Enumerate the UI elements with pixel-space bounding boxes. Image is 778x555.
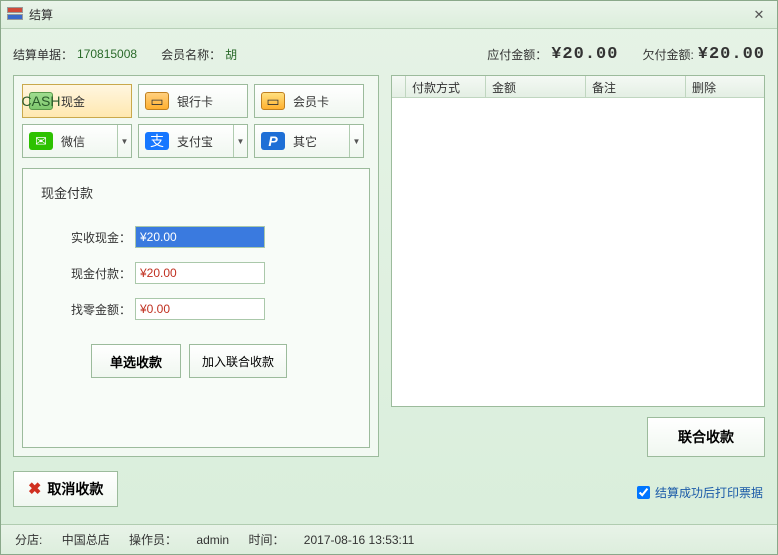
cash-payment-box: 现金付款 实收现金： 现金付款： 找零金额： 单选收款 [22, 168, 370, 448]
col-remark: 备注 [586, 76, 686, 97]
received-label: 实收现金： [41, 229, 131, 246]
cancel-icon: ✖ [28, 479, 41, 499]
app-icon [7, 7, 23, 23]
alipay-icon: 支 [145, 132, 169, 150]
window-title: 结算 [29, 6, 53, 23]
paymethod-label: 支付宝 [177, 133, 233, 150]
header-info: 结算单据： 170815008 会员名称： 胡 应付金额： ¥20.00 欠付金… [13, 39, 765, 69]
col-amount: 金额 [486, 76, 586, 97]
operator-name: admin [196, 533, 229, 547]
paymethod-label: 会员卡 [293, 93, 363, 110]
received-input[interactable] [135, 226, 265, 248]
paymethod-alipay[interactable]: 支 支付宝 ▼ [138, 124, 248, 158]
owed-amount: ¥20.00 [698, 45, 765, 64]
status-bar: 分店: 中国总店 操作员： admin 时间： 2017-08-16 13:53… [1, 524, 777, 554]
member-card-icon: ▭ [261, 92, 285, 110]
change-label: 找零金额： [41, 301, 131, 318]
left-panel: CASH 现金 ▭ 银行卡 ▭ 会员卡 ✉ 微信 ▼ [13, 75, 379, 457]
cancel-label: 取消收款 [47, 479, 103, 499]
paymethod-other[interactable]: P 其它 ▼ [254, 124, 364, 158]
paymethod-label: 银行卡 [177, 93, 247, 110]
col-delete: 删除 [686, 76, 764, 97]
branch-label: 分店: [15, 533, 42, 547]
time-label: 时间： [248, 533, 284, 547]
table-header-pad [392, 76, 406, 97]
single-collect-button[interactable]: 单选收款 [91, 344, 181, 378]
bank-card-icon: ▭ [145, 92, 169, 110]
cash-pay-label: 现金付款： [41, 265, 131, 282]
due-label: 应付金额： [487, 46, 547, 63]
cash-icon: CASH [29, 92, 53, 110]
member-label: 会员名称： [161, 46, 221, 63]
titlebar: 结算 ✕ [1, 1, 777, 29]
cash-payment-title: 现金付款 [41, 183, 351, 202]
table-header: 付款方式 金额 备注 删除 [392, 76, 764, 98]
order-label: 结算单据： [13, 46, 73, 63]
chevron-down-icon[interactable]: ▼ [349, 125, 363, 157]
due-amount: ¥20.00 [551, 45, 618, 64]
paymethod-label: 微信 [61, 133, 117, 150]
col-method: 付款方式 [406, 76, 486, 97]
right-panel: 付款方式 金额 备注 删除 联合收款 [391, 75, 765, 457]
paymethod-bank[interactable]: ▭ 银行卡 [138, 84, 248, 118]
cash-pay-input[interactable] [135, 262, 265, 284]
paymethod-cash[interactable]: CASH 现金 [22, 84, 132, 118]
owed-label: 欠付金额: [642, 46, 693, 63]
time-value: 2017-08-16 13:53:11 [304, 533, 415, 547]
payment-table: 付款方式 金额 备注 删除 [391, 75, 765, 407]
paymethod-member[interactable]: ▭ 会员卡 [254, 84, 364, 118]
settlement-window: 结算 ✕ 结算单据： 170815008 会员名称： 胡 应付金额： ¥20.0… [0, 0, 778, 555]
payment-methods: CASH 现金 ▭ 银行卡 ▭ 会员卡 ✉ 微信 ▼ [22, 84, 370, 158]
chevron-down-icon[interactable]: ▼ [233, 125, 247, 157]
print-checkbox-label: 结算成功后打印票据 [655, 484, 763, 501]
operator-label: 操作员： [129, 533, 177, 547]
paymethod-label: 其它 [293, 133, 349, 150]
paymethod-wechat[interactable]: ✉ 微信 ▼ [22, 124, 132, 158]
member-name: 胡 [225, 46, 237, 63]
wechat-icon: ✉ [29, 132, 53, 150]
paymethod-label: 现金 [61, 93, 131, 110]
join-combined-button[interactable]: 加入联合收款 [189, 344, 287, 378]
change-input[interactable] [135, 298, 265, 320]
cancel-collect-button[interactable]: ✖ 取消收款 [13, 471, 118, 507]
print-after-settle-checkbox[interactable]: 结算成功后打印票据 [633, 483, 763, 502]
chevron-down-icon[interactable]: ▼ [117, 125, 131, 157]
other-payment-icon: P [261, 132, 285, 150]
order-number: 170815008 [77, 47, 137, 61]
table-body [392, 98, 764, 406]
close-button[interactable]: ✕ [747, 6, 771, 24]
combined-collect-button[interactable]: 联合收款 [647, 417, 765, 457]
print-checkbox-input[interactable] [637, 486, 650, 499]
branch-name: 中国总店 [62, 533, 110, 547]
